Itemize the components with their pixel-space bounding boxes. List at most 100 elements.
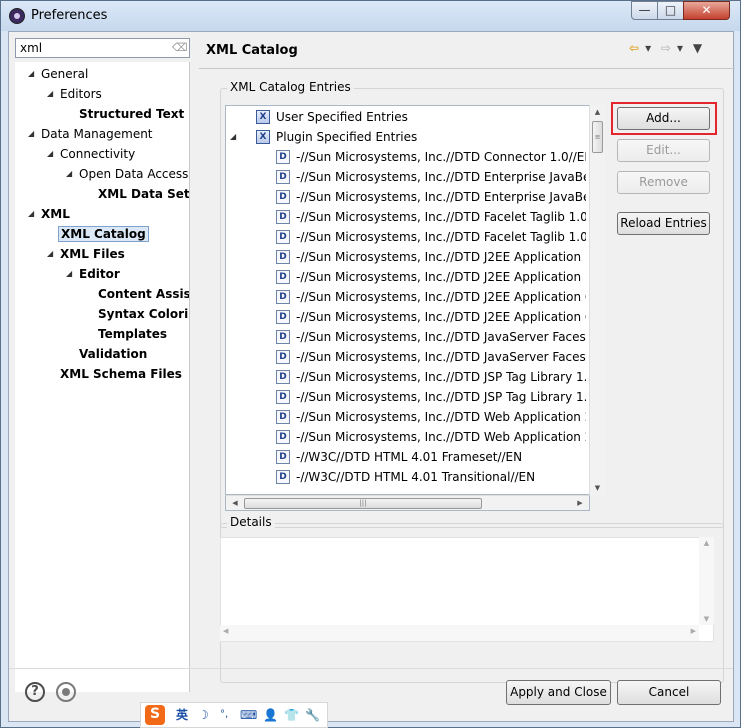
tree-item-xml-data-set[interactable]: XML Data Set	[96, 184, 190, 204]
catalog-entry-row[interactable]: D -//Sun Microsystems, Inc.//DTD J2EE App…	[226, 287, 586, 307]
catalog-entry-row[interactable]: D -//Sun Microsystems, Inc.//DTD Web Appl…	[226, 427, 586, 447]
tree-item-label: General	[41, 67, 89, 81]
catalog-entry-row[interactable]: D -//Sun Microsystems, Inc.//DTD J2EE App…	[226, 247, 586, 267]
expand-twistie-icon[interactable]: ◢	[66, 164, 76, 184]
close-window-button[interactable]: ✕	[683, 1, 730, 20]
expand-twistie-icon[interactable]: ◢	[47, 144, 57, 164]
catalog-entry-row[interactable]: D -//Sun Microsystems, Inc.//DTD Facelet …	[226, 207, 586, 227]
forward-menu-icon[interactable]: ▾	[677, 41, 683, 55]
tree-item-validation[interactable]: Validation	[77, 344, 149, 364]
catalog-group-row[interactable]: X User Specified Entries	[226, 107, 586, 127]
user-icon[interactable]: 👤	[263, 706, 278, 724]
tree-item-xml[interactable]: ◢ XML	[28, 204, 72, 224]
tree-item-xml-catalog[interactable]: XML Catalog	[58, 224, 149, 244]
catalog-horizontal-scrollbar[interactable]: ◀ ||| ▶	[225, 495, 590, 511]
tree-item-xml-schema-files[interactable]: XML Schema Files	[58, 364, 184, 384]
tree-item-structured-text-e[interactable]: Structured Text E	[77, 104, 189, 124]
expand-twistie-icon[interactable]: ◢	[47, 244, 57, 264]
expand-twistie-icon[interactable]: ◢	[47, 84, 57, 104]
filter-input[interactable]	[18, 40, 170, 56]
tree-item-label: XML Schema Files	[60, 367, 182, 381]
catalog-entry-row[interactable]: D -//W3C//DTD HTML 4.01 Frameset//EN	[226, 447, 586, 467]
expand-twistie-icon[interactable]: ◢	[28, 204, 38, 224]
expand-twistie-icon[interactable]: ◢	[66, 264, 76, 284]
scroll-down-arrow-icon[interactable]: ▼	[590, 481, 605, 495]
scroll-left-arrow-icon[interactable]: ◀	[228, 496, 242, 510]
details-scroll-up-icon[interactable]: ▲	[699, 539, 714, 547]
tree-item-editor[interactable]: ◢ Editor	[66, 264, 122, 284]
settings-wrench-icon[interactable]: 🔧	[305, 706, 320, 724]
title-bar: Preferences — □ ✕	[1, 1, 740, 31]
tree-item-syntax-colori[interactable]: Syntax Colori	[96, 304, 189, 324]
catalog-entry-row[interactable]: D -//W3C//DTD HTML 4.01 Transitional//EN	[226, 467, 586, 487]
reload-entries-button[interactable]: Reload Entries	[617, 212, 710, 235]
expand-twistie-icon[interactable]: ◢	[230, 127, 240, 147]
catalog-entry-row[interactable]: D -//Sun Microsystems, Inc.//DTD J2EE App…	[226, 267, 586, 287]
catalog-entry-row[interactable]: D -//Sun Microsystems, Inc.//DTD Enterpri…	[226, 167, 586, 187]
back-menu-icon[interactable]: ▾	[645, 41, 651, 55]
window-title: Preferences	[31, 8, 108, 23]
tree-item-content-assis[interactable]: Content Assis	[96, 284, 189, 304]
remove-button[interactable]: Remove	[617, 171, 710, 194]
forward-arrow-icon[interactable]: ⇨	[661, 41, 671, 55]
details-scroll-down-icon[interactable]: ▼	[699, 615, 714, 623]
keyboard-icon[interactable]: ⌨	[240, 706, 257, 724]
minimize-button[interactable]: —	[631, 1, 658, 20]
catalog-vertical-scrollbar[interactable]: ▲ ≡ ▼	[589, 105, 605, 495]
details-scroll-left-icon[interactable]: ◀	[223, 627, 228, 635]
footer-separator	[9, 668, 733, 669]
preferences-window: Preferences — □ ✕ ⌫ ◢General◢EditorsStru…	[0, 0, 741, 728]
catalog-entries-tree[interactable]: X User Specified Entries ◢ X Plugin Specifie…	[225, 105, 590, 495]
catalog-entry-row[interactable]: D -//Sun Microsystems, Inc.//DTD JavaServ…	[226, 347, 586, 367]
clear-filter-icon[interactable]: ⌫	[172, 41, 188, 55]
vertical-scroll-thumb[interactable]: ≡	[592, 121, 603, 153]
record-macro-icon[interactable]	[56, 682, 76, 702]
dtd-file-icon: D	[276, 250, 290, 264]
details-horizontal-scrollbar[interactable]: ◀ ▶	[220, 625, 699, 641]
catalog-entry-label: -//W3C//DTD HTML 4.01 Transitional//EN	[296, 470, 536, 484]
add-button[interactable]: Add...	[617, 107, 710, 130]
horizontal-scroll-thumb[interactable]: |||	[244, 498, 482, 509]
catalog-entry-label: User Specified Entries	[276, 110, 408, 124]
tree-item-templates[interactable]: Templates	[96, 324, 169, 344]
catalog-entry-label: -//Sun Microsystems, Inc.//DTD J2EE Appl…	[296, 310, 586, 324]
scroll-up-arrow-icon[interactable]: ▲	[590, 105, 605, 119]
tree-item-xml-files[interactable]: ◢ XML Files	[47, 244, 127, 264]
edit-button[interactable]: Edit...	[617, 139, 710, 162]
catalog-entry-row[interactable]: D -//Sun Microsystems, Inc.//DTD J2EE App…	[226, 307, 586, 327]
sogou-logo-icon[interactable]: S	[145, 705, 165, 725]
tree-item-connectivity[interactable]: ◢ Connectivity	[47, 144, 137, 164]
catalog-entry-row[interactable]: D -//Sun Microsystems, Inc.//DTD Facelet …	[226, 227, 586, 247]
expand-twistie-icon[interactable]: ◢	[28, 124, 38, 144]
ime-language-toggle[interactable]: 英	[176, 706, 188, 724]
help-icon[interactable]: ?	[25, 682, 45, 702]
catalog-entry-row[interactable]: D -//Sun Microsystems, Inc.//DTD JavaServ…	[226, 327, 586, 347]
catalog-entry-row[interactable]: D -//Sun Microsystems, Inc.//DTD Connecto…	[226, 147, 586, 167]
filter-field[interactable]: ⌫	[15, 38, 190, 58]
catalog-group-row[interactable]: ◢ X Plugin Specified Entries	[226, 127, 586, 147]
details-scroll-right-icon[interactable]: ▶	[691, 627, 696, 635]
catalog-entry-row[interactable]: D -//Sun Microsystems, Inc.//DTD JSP Tag …	[226, 367, 586, 387]
scroll-right-arrow-icon[interactable]: ▶	[573, 496, 587, 510]
cancel-button[interactable]: Cancel	[617, 680, 721, 705]
expand-twistie-icon[interactable]: ◢	[28, 64, 38, 84]
catalog-entry-label: -//Sun Microsystems, Inc.//DTD Enterpris…	[296, 170, 586, 184]
details-vertical-scrollbar[interactable]: ▲ ▼	[699, 537, 714, 625]
tree-item-open-data-access[interactable]: ◢ Open Data Access	[66, 164, 189, 184]
apply-and-close-button[interactable]: Apply and Close	[506, 680, 611, 705]
tree-item-editors[interactable]: ◢ Editors	[47, 84, 104, 104]
skin-shirt-icon[interactable]: 👕	[284, 706, 299, 724]
back-arrow-icon[interactable]: ⇦	[629, 41, 639, 55]
tree-item-label: Connectivity	[60, 147, 136, 161]
moon-icon[interactable]: ☽	[198, 706, 209, 724]
punctuation-icon[interactable]: °,	[220, 706, 228, 724]
catalog-entry-row[interactable]: D -//Sun Microsystems, Inc.//DTD JSP Tag …	[226, 387, 586, 407]
tree-item-label: Data Management	[41, 127, 153, 141]
tree-item-data-management[interactable]: ◢ Data Management	[28, 124, 155, 144]
tree-item-general[interactable]: ◢ General	[28, 64, 90, 84]
maximize-button[interactable]: □	[657, 1, 684, 20]
view-menu-icon[interactable]: ▼	[693, 41, 702, 55]
catalog-entry-row[interactable]: D -//Sun Microsystems, Inc.//DTD Enterpri…	[226, 187, 586, 207]
tree-item-label: XML Data Set	[98, 187, 190, 201]
catalog-entry-row[interactable]: D -//Sun Microsystems, Inc.//DTD Web Appl…	[226, 407, 586, 427]
